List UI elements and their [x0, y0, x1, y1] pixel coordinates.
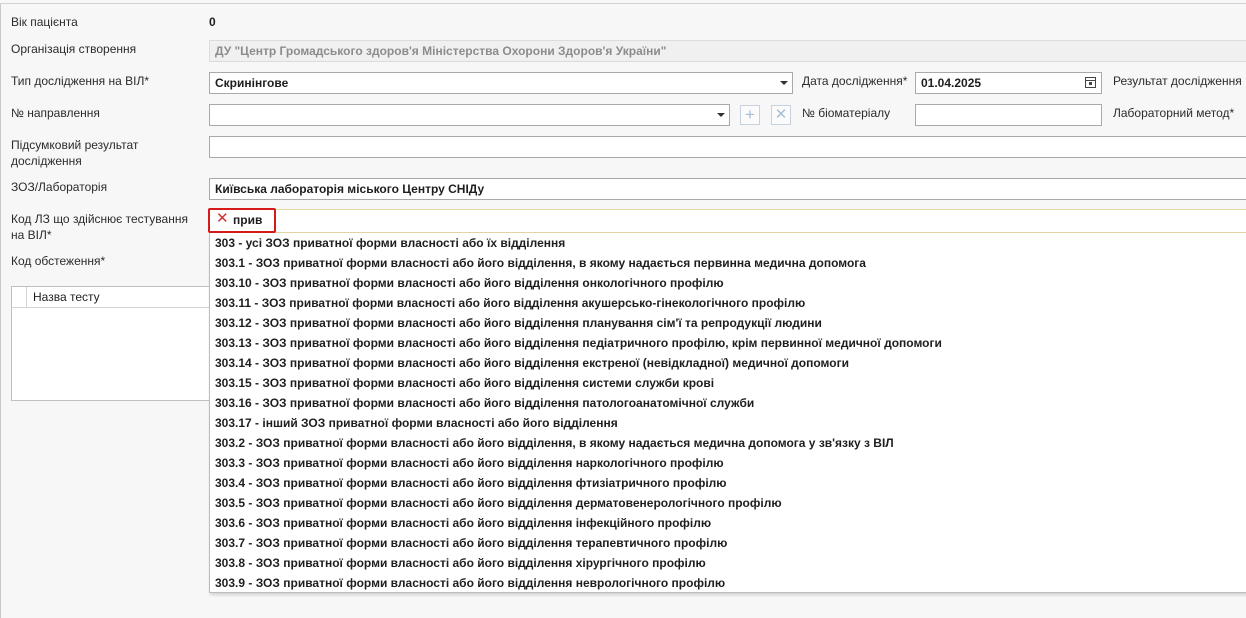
- dropdown-item[interactable]: 303.2 - ЗОЗ приватної форми власності аб…: [210, 433, 1246, 453]
- dropdown-item[interactable]: 303.1 - ЗОЗ приватної форми власності аб…: [210, 253, 1246, 273]
- grid-row-selector[interactable]: [12, 287, 27, 307]
- biomaterial-no-label: № біоматеріалу: [802, 106, 891, 120]
- dropdown-item[interactable]: 303.3 - ЗОЗ приватної форми власності аб…: [210, 453, 1246, 473]
- final-result-label: Підсумковий результат дослідження: [11, 138, 139, 168]
- patient-age-value: 0: [209, 15, 216, 29]
- dropdown-item[interactable]: 303.13 - ЗОЗ приватної форми власності а…: [210, 333, 1246, 353]
- chevron-down-icon[interactable]: [717, 113, 725, 117]
- facility-lab-field[interactable]: Київська лабораторія міського Центру СНІ…: [209, 178, 1246, 200]
- organization-label: Організація створення: [11, 42, 137, 56]
- calendar-icon[interactable]: [1085, 77, 1096, 88]
- search-query[interactable]: прив: [233, 213, 262, 227]
- dropdown-item[interactable]: 303.15 - ЗОЗ приватної форми власності а…: [210, 373, 1246, 393]
- dropdown-item[interactable]: 303.7 - ЗОЗ приватної форми власності аб…: [210, 533, 1246, 553]
- plus-icon: +: [745, 105, 755, 124]
- exam-code-label: Код обстеження*: [11, 254, 106, 268]
- close-icon: ✕: [774, 106, 788, 123]
- facility-code-dropdown[interactable]: 303 - усі ЗОЗ приватної форми власності …: [209, 233, 1246, 593]
- dropdown-item[interactable]: 303.14 - ЗОЗ приватної форми власності а…: [210, 353, 1246, 373]
- test-date-value: 01.04.2025: [921, 76, 982, 90]
- clear-search-icon[interactable]: ✕: [216, 211, 229, 227]
- facility-lab-value: Київська лабораторія міського Центру СНІ…: [215, 182, 485, 196]
- dropdown-item[interactable]: 303.11 - ЗОЗ приватної форми власності а…: [210, 293, 1246, 313]
- dropdown-item[interactable]: 303.16 - ЗОЗ приватної форми власності а…: [210, 393, 1246, 413]
- dropdown-item[interactable]: 303.5 - ЗОЗ приватної форми власності аб…: [210, 493, 1246, 513]
- referral-no-label: № направлення: [11, 106, 100, 120]
- facility-code-label: Код ЛЗ що здійснює тестування на ВІЛ*: [11, 212, 188, 242]
- column-header-test-name[interactable]: Назва тесту: [33, 290, 100, 304]
- dropdown-item[interactable]: 303.17 - інший ЗОЗ приватної форми власн…: [210, 413, 1246, 433]
- test-date-label: Дата дослідження*: [802, 74, 908, 88]
- test-type-value: Скринінгове: [215, 76, 289, 90]
- remove-referral-button[interactable]: ✕: [771, 105, 791, 125]
- dropdown-item[interactable]: 303.4 - ЗОЗ приватної форми власності аб…: [210, 473, 1246, 493]
- organization-value: ДУ "Центр Громадського здоров'я Міністер…: [215, 44, 667, 58]
- test-type-select[interactable]: Скринінгове: [209, 72, 793, 94]
- referral-no-select[interactable]: [209, 104, 730, 126]
- result-label: Результат дослідження: [1113, 74, 1242, 88]
- dropdown-item[interactable]: 303.6 - ЗОЗ приватної форми власності аб…: [210, 513, 1246, 533]
- chevron-down-icon[interactable]: [780, 81, 788, 85]
- organization-field: ДУ "Центр Громадського здоров'я Міністер…: [209, 40, 1246, 62]
- lab-method-label: Лабораторний метод*: [1113, 106, 1235, 120]
- facility-lab-label: ЗОЗ/Лабораторія: [11, 180, 108, 194]
- dropdown-item[interactable]: 303.9 - ЗОЗ приватної форми власності аб…: [210, 573, 1246, 592]
- tests-grid[interactable]: Назва тесту: [11, 286, 210, 401]
- dropdown-item[interactable]: 303.12 - ЗОЗ приватної форми власності а…: [210, 313, 1246, 333]
- dropdown-item[interactable]: 303.8 - ЗОЗ приватної форми власності аб…: [210, 553, 1246, 573]
- facility-code-search[interactable]: [209, 209, 1246, 233]
- dropdown-item[interactable]: 303.10 - ЗОЗ приватної форми власності а…: [210, 273, 1246, 293]
- final-result-field[interactable]: [209, 136, 1246, 158]
- dropdown-item[interactable]: 303 - усі ЗОЗ приватної форми власності …: [210, 233, 1246, 253]
- patient-age-label: Вік пацієнта: [11, 15, 78, 29]
- add-referral-button[interactable]: +: [740, 105, 760, 125]
- grid-header: Назва тесту: [12, 287, 209, 308]
- test-date-field[interactable]: 01.04.2025: [915, 72, 1102, 94]
- biomaterial-no-field[interactable]: [915, 104, 1102, 126]
- test-type-label: Тип дослідження на ВІЛ*: [11, 74, 149, 88]
